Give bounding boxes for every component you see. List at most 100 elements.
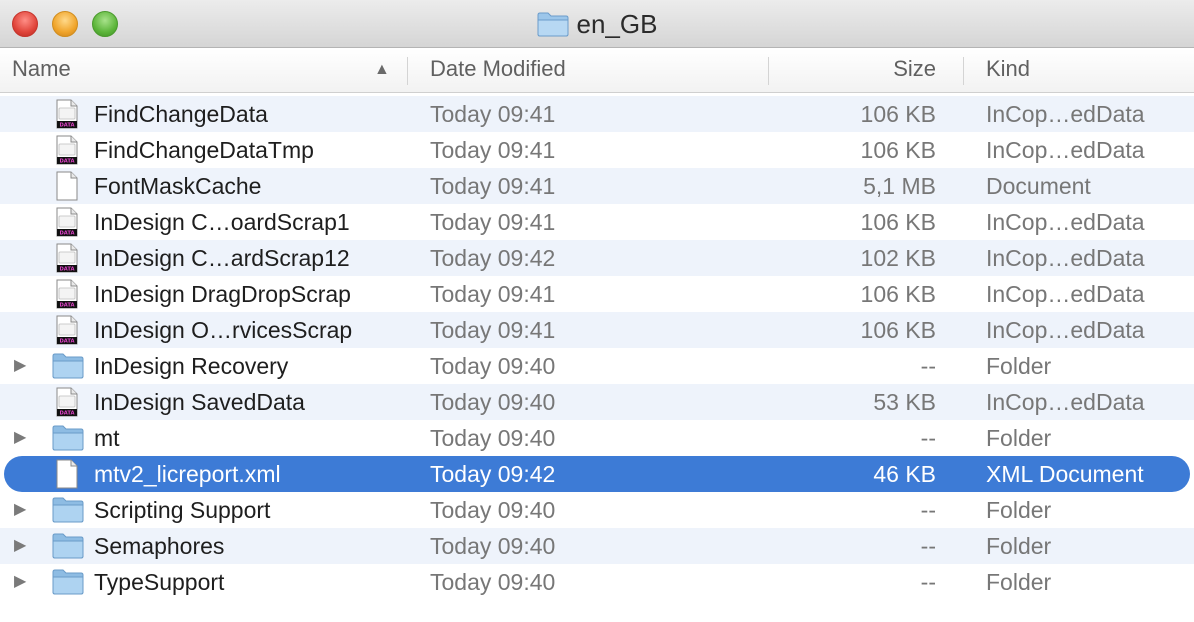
file-name: mtv2_licreport.xml (94, 461, 281, 487)
file-name: InDesign DragDropScrap (94, 281, 351, 307)
table-row[interactable]: DATA InDesign C…ardScrap12 Today 09:42 102 … (0, 240, 1194, 276)
date-modified: Today 09:41 (430, 137, 556, 163)
file-size: 102 KB (860, 245, 936, 271)
column-header-size[interactable]: Size (893, 49, 936, 93)
file-kind: InCop…edData (986, 245, 1145, 271)
file-kind: InCop…edData (986, 389, 1145, 415)
table-row[interactable]: DATA InDesign DragDropScrap Today 09:41 106… (0, 276, 1194, 312)
date-modified: Today 09:41 (430, 173, 556, 199)
file-name: TypeSupport (94, 569, 225, 595)
column-header-date-modified[interactable]: Date Modified (430, 49, 566, 93)
svg-text:DATA: DATA (59, 303, 74, 309)
table-row[interactable]: ▶ InDesign Recovery Today 09:40 -- Folder (0, 348, 1194, 384)
date-modified: Today 09:42 (430, 245, 556, 271)
file-name: InDesign SavedData (94, 389, 305, 415)
folder-icon (52, 567, 84, 597)
file-size: -- (920, 569, 936, 595)
file-kind: Folder (986, 533, 1052, 559)
data-file-icon: DATA (52, 279, 82, 309)
file-name: InDesign C…oardScrap1 (94, 209, 350, 235)
table-row[interactable]: FontMaskCache Today 09:41 5,1 MB Document (0, 168, 1194, 204)
date-modified: Today 09:41 (430, 281, 556, 307)
date-modified: Today 09:42 (430, 461, 556, 487)
file-name: FindChangeDataTmp (94, 137, 314, 163)
column-header-name[interactable]: Name (12, 49, 71, 93)
document-icon (52, 459, 82, 489)
disclosure-triangle-icon[interactable]: ▶ (14, 492, 26, 528)
file-size: 46 KB (873, 461, 936, 487)
svg-text:DATA: DATA (59, 159, 74, 165)
file-size: -- (920, 353, 936, 379)
column-divider[interactable] (768, 57, 769, 85)
column-divider[interactable] (963, 57, 964, 85)
column-header-kind[interactable]: Kind (986, 49, 1030, 93)
svg-text:DATA: DATA (59, 123, 74, 129)
file-size: 106 KB (860, 281, 936, 307)
file-list: DATA FindChangeData Today 09:41 106 KB InCop… (0, 96, 1194, 600)
table-row[interactable]: ▶ TypeSupport Today 09:40 -- Folder (0, 564, 1194, 600)
window-title: en_GB (0, 8, 1194, 40)
file-size: 106 KB (860, 317, 936, 343)
date-modified: Today 09:40 (430, 425, 556, 451)
data-file-icon: DATA (52, 207, 82, 237)
data-file-icon: DATA (52, 387, 82, 417)
table-row[interactable]: ▶ Scripting Support Today 09:40 -- Folder (0, 492, 1194, 528)
disclosure-triangle-icon[interactable]: ▶ (14, 420, 26, 456)
date-modified: Today 09:41 (430, 101, 556, 127)
table-row-selected[interactable]: mtv2_licreport.xml Today 09:42 46 KB XML Do… (4, 456, 1190, 492)
disclosure-triangle-icon[interactable]: ▶ (14, 564, 26, 600)
data-file-icon: DATA (52, 135, 82, 165)
file-size: 5,1 MB (863, 173, 936, 199)
file-kind: Folder (986, 425, 1052, 451)
folder-icon (52, 351, 84, 381)
file-name: FindChangeData (94, 101, 268, 127)
date-modified: Today 09:40 (430, 389, 556, 415)
file-size: 106 KB (860, 137, 936, 163)
file-kind: Folder (986, 353, 1052, 379)
date-modified: Today 09:41 (430, 317, 556, 343)
file-size: -- (920, 497, 936, 523)
file-size: 106 KB (860, 101, 936, 127)
table-row[interactable]: DATA FindChangeData Today 09:41 106 KB InCop… (0, 96, 1194, 132)
column-header: Name ▲ Date Modified Size Kind (0, 49, 1194, 93)
table-row[interactable]: DATA FindChangeDataTmp Today 09:41 106 KB In… (0, 132, 1194, 168)
file-size: 53 KB (873, 389, 936, 415)
file-kind: Document (986, 173, 1091, 199)
table-row[interactable]: DATA InDesign O…rvicesScrap Today 09:41 106… (0, 312, 1194, 348)
date-modified: Today 09:40 (430, 497, 556, 523)
file-name: mt (94, 425, 120, 451)
date-modified: Today 09:40 (430, 353, 556, 379)
table-row[interactable]: DATA InDesign SavedData Today 09:40 53 KB In… (0, 384, 1194, 420)
table-row[interactable]: DATA InDesign C…oardScrap1 Today 09:41 106 … (0, 204, 1194, 240)
file-kind: Folder (986, 569, 1052, 595)
title-bar[interactable]: en_GB (0, 0, 1194, 48)
column-divider[interactable] (407, 57, 408, 85)
date-modified: Today 09:41 (430, 209, 556, 235)
file-name: InDesign C…ardScrap12 (94, 245, 350, 271)
file-size: -- (920, 533, 936, 559)
date-modified: Today 09:40 (430, 533, 556, 559)
file-kind: InCop…edData (986, 281, 1145, 307)
svg-text:DATA: DATA (59, 411, 74, 417)
file-kind: InCop…edData (986, 137, 1145, 163)
folder-icon (52, 531, 84, 561)
disclosure-triangle-icon[interactable]: ▶ (14, 528, 26, 564)
file-size: -- (920, 425, 936, 451)
date-modified: Today 09:40 (430, 569, 556, 595)
sort-ascending-icon: ▲ (374, 61, 390, 78)
table-row[interactable]: ▶ mt Today 09:40 -- Folder (0, 420, 1194, 456)
file-name: Semaphores (94, 533, 225, 559)
table-row[interactable]: ▶ Semaphores Today 09:40 -- Folder (0, 528, 1194, 564)
file-name: Scripting Support (94, 497, 271, 523)
document-icon (52, 171, 82, 201)
data-file-icon: DATA (52, 315, 82, 345)
file-name: InDesign Recovery (94, 353, 289, 379)
file-name: FontMaskCache (94, 173, 262, 199)
file-kind: XML Document (986, 461, 1144, 487)
svg-text:DATA: DATA (59, 339, 74, 345)
window-title-text: en_GB (576, 8, 658, 39)
file-name: InDesign O…rvicesScrap (94, 317, 353, 343)
disclosure-triangle-icon[interactable]: ▶ (14, 348, 26, 384)
folder-icon (52, 495, 84, 525)
folder-icon (52, 423, 84, 453)
